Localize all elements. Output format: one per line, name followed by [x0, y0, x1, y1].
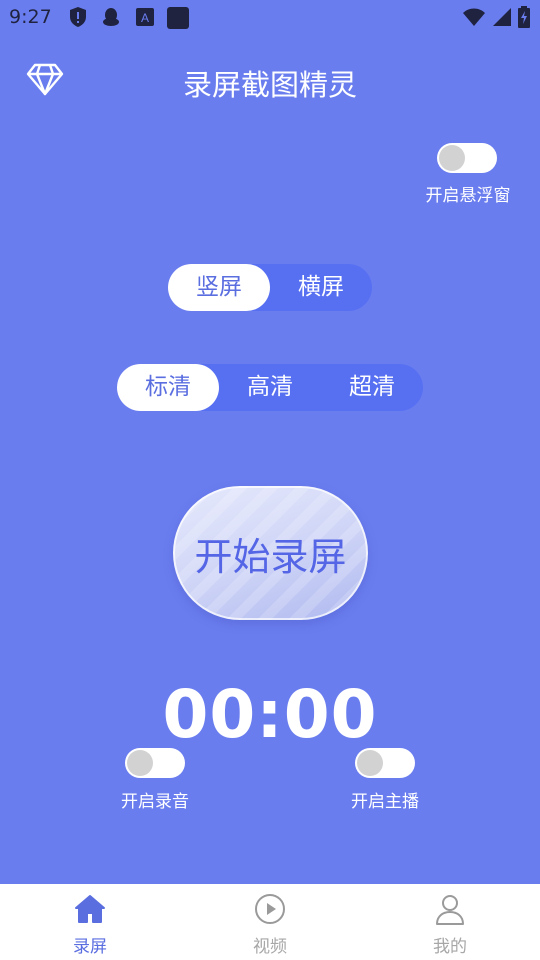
nav-label: 我的: [433, 937, 467, 957]
toggle-knob: [439, 145, 465, 171]
nav-item-mine[interactable]: 我的: [360, 884, 540, 960]
nav-label: 录屏: [73, 937, 107, 957]
status-right-icons: [462, 6, 530, 32]
app-square-icon: [166, 6, 190, 34]
shield-icon: [68, 6, 88, 32]
wifi-icon: [462, 7, 486, 31]
battery-charging-icon: [518, 6, 530, 32]
orientation-landscape-option[interactable]: 横屏: [270, 264, 372, 311]
bottom-nav: 录屏 视频 我的: [0, 884, 540, 960]
svg-text:A: A: [141, 11, 149, 25]
status-time: 9:27: [9, 6, 52, 28]
play-circle-icon: [253, 892, 287, 930]
quality-selector: 标清 高清 超清: [117, 364, 423, 411]
nav-item-record[interactable]: 录屏: [0, 884, 180, 960]
start-recording-button[interactable]: 开始录屏: [173, 486, 368, 620]
app-title: 录屏截图精灵: [182, 68, 357, 102]
start-recording-label: 开始录屏: [194, 534, 347, 579]
orientation-portrait-option[interactable]: 竖屏: [168, 264, 270, 311]
quality-hd-option[interactable]: 高清: [219, 364, 321, 411]
quality-uhd-option[interactable]: 超清: [321, 364, 423, 411]
home-icon: [73, 892, 107, 930]
status-bar: 9:27 A: [0, 0, 540, 36]
app-header: 录屏截图精灵: [0, 52, 540, 108]
stream-toggle-label: 开启主播: [351, 792, 419, 812]
audio-toggle[interactable]: [125, 748, 185, 778]
toggle-knob: [357, 750, 383, 776]
floating-window-label: 开启悬浮窗: [425, 186, 511, 206]
floating-window-toggle[interactable]: [437, 143, 497, 173]
stream-toggle[interactable]: [355, 748, 415, 778]
recording-timer: 00:00: [162, 676, 378, 753]
audio-toggle-label: 开启录音: [121, 792, 189, 812]
nav-item-videos[interactable]: 视频: [180, 884, 360, 960]
a-box-icon: A: [134, 6, 156, 32]
quality-sd-option[interactable]: 标清: [117, 364, 219, 411]
orientation-selector: 竖屏 横屏: [168, 264, 372, 311]
toggle-knob: [127, 750, 153, 776]
person-icon: [433, 892, 467, 930]
nav-label: 视频: [253, 937, 287, 957]
cell-signal-icon: [492, 7, 512, 31]
qq-penguin-icon: [100, 6, 122, 32]
